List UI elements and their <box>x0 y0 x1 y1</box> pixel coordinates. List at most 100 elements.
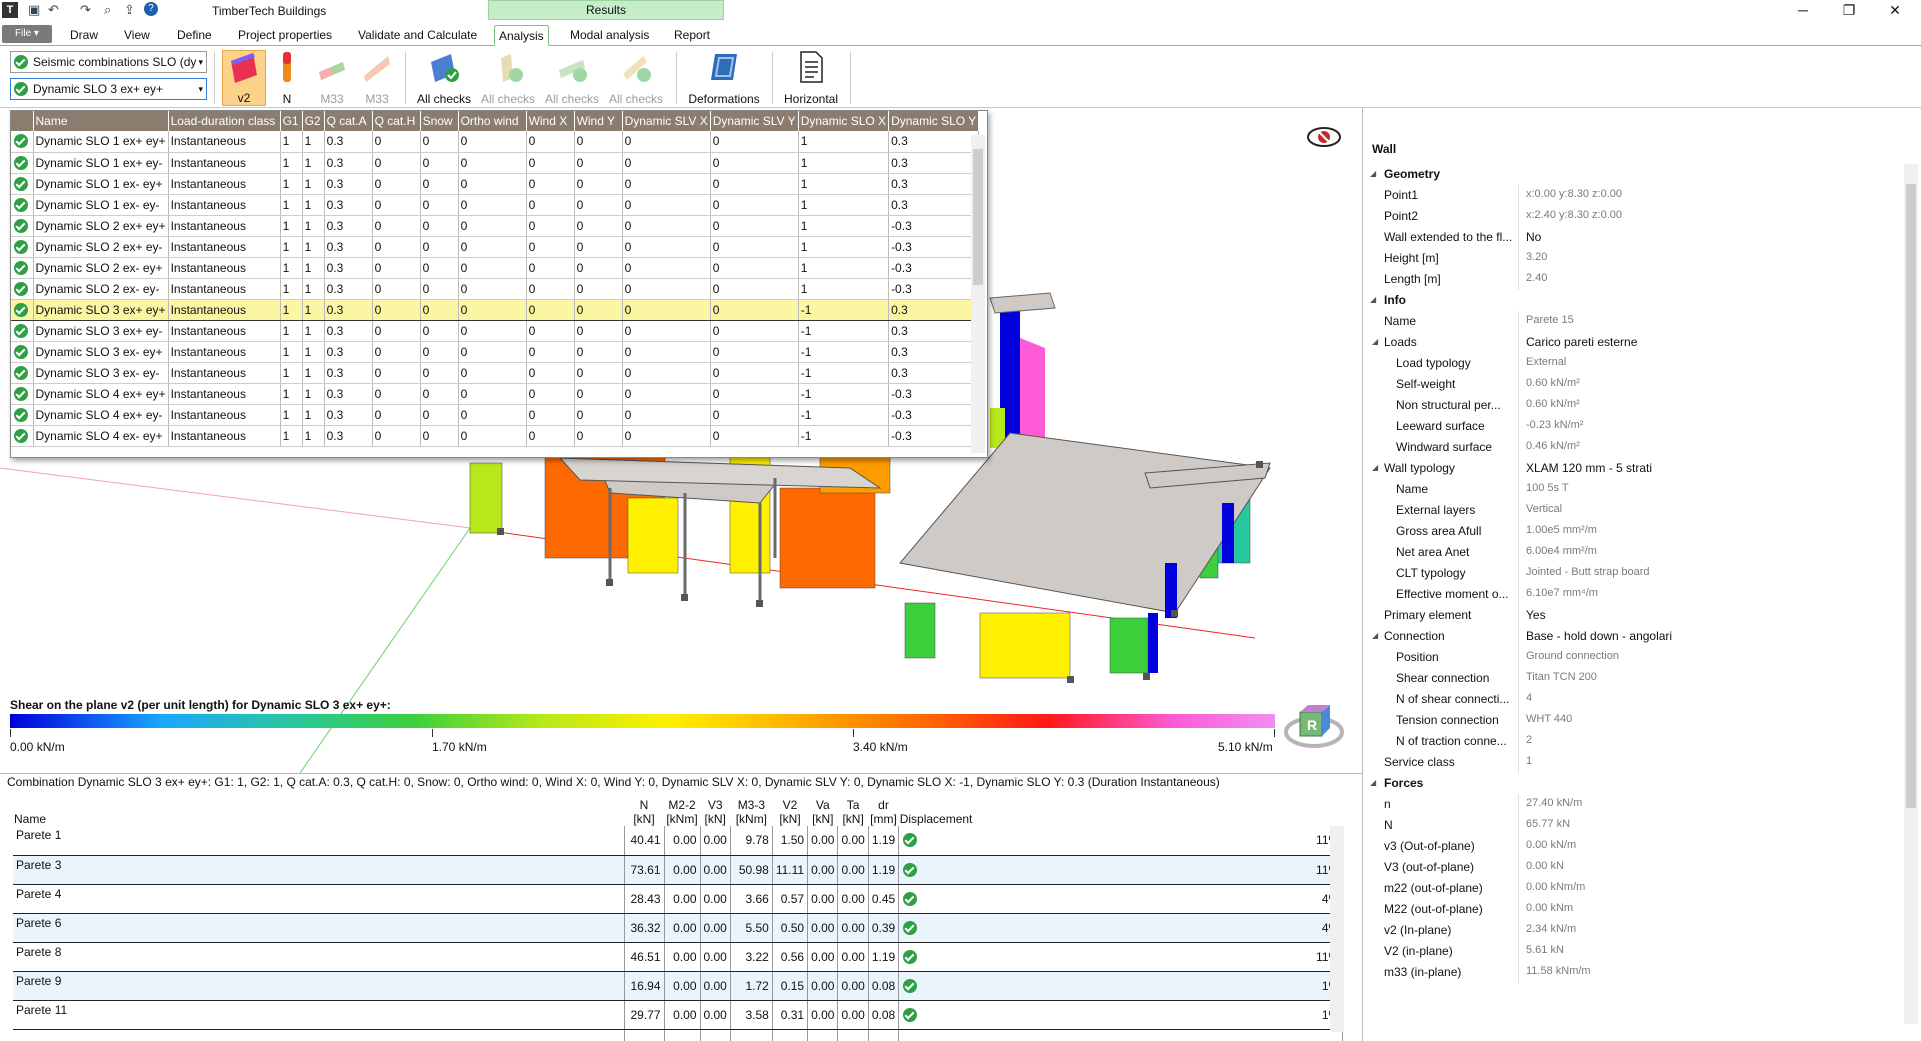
expand-triangle-icon[interactable]: ◢ <box>1370 295 1376 304</box>
property-row[interactable]: N of shear connecti... 4 <box>1366 689 1904 710</box>
property-row[interactable]: v2 (In-plane) 2.34 kN/m <box>1366 920 1904 941</box>
expand-triangle-icon[interactable]: ◢ <box>1372 463 1378 472</box>
property-row[interactable]: Point2 x:2.40 y:8.30 z:0.00 <box>1366 206 1904 227</box>
property-value[interactable]: 6.00e4 mm²/m <box>1526 545 1896 557</box>
col-header[interactable]: Name <box>33 111 169 131</box>
property-value[interactable]: 1.00e5 mm²/m <box>1526 524 1896 536</box>
all-checks-2-button[interactable]: All checks <box>478 50 538 106</box>
expand-triangle-icon[interactable]: ◢ <box>1372 631 1378 640</box>
property-row[interactable]: Net area Anet 6.00e4 mm²/m <box>1366 542 1904 563</box>
property-value[interactable]: XLAM 120 mm - 5 strati <box>1526 461 1896 475</box>
search-icon[interactable]: ⌕ <box>104 2 111 18</box>
property-value[interactable]: 6.10e7 mm⁴/m <box>1526 587 1896 599</box>
property-row[interactable]: Primary element Yes <box>1366 605 1904 626</box>
property-row[interactable]: ◢ Connection Base - hold down - angolari <box>1366 626 1904 647</box>
results-row[interactable]: Parete 8 46.51 0.00 0.00 3.22 0.56 0.00 0.00 1.1… <box>13 942 1344 972</box>
property-row[interactable]: Length [m] 2.40 <box>1366 269 1904 290</box>
property-category[interactable]: ◢ Geometry <box>1366 164 1904 185</box>
all-checks-button[interactable]: All checks <box>414 50 474 106</box>
combination-row[interactable]: Dynamic SLO 3 ex- ey+ Instantaneous 1 1 0.3 0… <box>11 341 980 363</box>
tab-report[interactable]: Report <box>670 25 714 46</box>
minimize-button[interactable]: ─ <box>1780 0 1826 20</box>
property-row[interactable]: CLT typology Jointed - Butt strap board <box>1366 563 1904 584</box>
col-header[interactable]: Q cat.H <box>372 111 421 131</box>
combinations-dropdown-table[interactable]: Name Load-duration class G1 G2 Q cat.A Q cat.… <box>10 110 988 458</box>
results-row[interactable] <box>13 1029 1344 1041</box>
property-row[interactable]: Load typology External <box>1366 353 1904 374</box>
combination-row[interactable]: Dynamic SLO 2 ex+ ey- Instantaneous 1 1 0.3 0… <box>11 236 980 258</box>
tab-modal-analysis[interactable]: Modal analysis <box>566 25 653 46</box>
property-value[interactable]: 27.40 kN/m <box>1526 797 1896 809</box>
property-value[interactable]: 0.46 kN/m² <box>1526 440 1896 452</box>
property-category[interactable]: ◢ Forces <box>1366 773 1904 794</box>
results-col-header[interactable]: V2 [kN] <box>772 794 807 826</box>
results-col-header[interactable]: M3-3 [kNm] <box>730 794 772 826</box>
all-checks-3-button[interactable]: All checks <box>542 50 602 106</box>
col-header[interactable]: Wind X <box>526 111 575 131</box>
results-col-header[interactable]: dr [mm] <box>868 794 898 826</box>
col-header[interactable]: Ortho wind <box>458 111 527 131</box>
property-value[interactable]: Parete 15 <box>1526 314 1896 326</box>
property-row[interactable]: Service class 1 <box>1366 752 1904 773</box>
results-col-header[interactable]: Va [kN] <box>808 794 838 826</box>
property-value[interactable]: External <box>1526 356 1896 368</box>
results-row[interactable]: Parete 9 16.94 0.00 0.00 1.72 0.15 0.00 0.00 0.0… <box>13 971 1344 1001</box>
combination-row[interactable]: Dynamic SLO 1 ex- ey+ Instantaneous 1 1 0.3 0… <box>11 173 980 195</box>
property-row[interactable]: External layers Vertical <box>1366 500 1904 521</box>
property-row[interactable]: Position Ground connection <box>1366 647 1904 668</box>
property-value[interactable]: 4 <box>1526 692 1896 704</box>
property-row[interactable]: Name Parete 15 <box>1366 311 1904 332</box>
property-value[interactable]: 2.34 kN/m <box>1526 923 1896 935</box>
property-value[interactable]: 2 <box>1526 734 1896 746</box>
col-header[interactable]: Dynamic SLO X <box>798 111 890 131</box>
m33-button[interactable]: M33 <box>310 50 354 106</box>
property-value[interactable]: x:0.00 y:8.30 z:0.00 <box>1526 188 1896 200</box>
results-row[interactable]: Parete 11 29.77 0.00 0.00 3.58 0.31 0.00 0.00 0.… <box>13 1000 1344 1030</box>
property-row[interactable]: Tension connection WHT 440 <box>1366 710 1904 731</box>
property-value[interactable]: Yes <box>1526 608 1896 622</box>
combination-select[interactable]: Dynamic SLO 3 ex+ ey+ ▾ <box>10 78 207 100</box>
results-scrollbar[interactable] <box>1330 826 1344 1032</box>
property-row[interactable]: Shear connection Titan TCN 200 <box>1366 668 1904 689</box>
col-header[interactable]: Dynamic SLO Y <box>888 111 980 131</box>
tab-project-properties[interactable]: Project properties <box>234 25 336 46</box>
export-icon[interactable]: ⇪ <box>124 2 135 18</box>
property-row[interactable]: M22 (out-of-plane) 0.00 kNm <box>1366 899 1904 920</box>
combination-row[interactable]: Dynamic SLO 2 ex- ey- Instantaneous 1 1 0.3 0… <box>11 278 980 300</box>
combination-row[interactable]: Dynamic SLO 4 ex+ ey- Instantaneous 1 1 0.3 0… <box>11 404 980 426</box>
property-value[interactable]: 100 5s T <box>1526 482 1896 494</box>
property-value[interactable]: 0.00 kN/m <box>1526 839 1896 851</box>
property-row[interactable]: Gross area Afull 1.00e5 mm²/m <box>1366 521 1904 542</box>
property-value[interactable]: 11.58 kNm/m <box>1526 965 1896 977</box>
eye-visibility-icon[interactable] <box>1306 126 1342 148</box>
col-header[interactable]: Q cat.A <box>324 111 373 131</box>
property-category[interactable]: ◢ Info <box>1366 290 1904 311</box>
property-row[interactable]: ◢ Loads Carico pareti esterne <box>1366 332 1904 353</box>
property-value[interactable]: Ground connection <box>1526 650 1896 662</box>
results-col-header[interactable]: N [kN] <box>624 794 664 826</box>
property-value[interactable]: 2.40 <box>1526 272 1896 284</box>
results-col-header[interactable]: Ta [kN] <box>838 794 868 826</box>
results-row[interactable]: Parete 4 28.43 0.00 0.00 3.66 0.57 0.00 0.00 0.4… <box>13 884 1344 914</box>
property-value[interactable]: 0.00 kN <box>1526 860 1896 872</box>
col-header[interactable]: Dynamic SLV X <box>622 111 711 131</box>
all-checks-4-button[interactable]: All checks <box>606 50 666 106</box>
property-row[interactable]: Non structural per... 0.60 kN/m² <box>1366 395 1904 416</box>
results-row[interactable]: Parete 6 36.32 0.00 0.00 5.50 0.50 0.00 0.00 0.3… <box>13 913 1344 943</box>
property-row[interactable]: V3 (out-of-plane) 0.00 kN <box>1366 857 1904 878</box>
property-row[interactable]: Windward surface 0.46 kN/m² <box>1366 437 1904 458</box>
property-value[interactable]: 65.77 kN <box>1526 818 1896 830</box>
expand-triangle-icon[interactable]: ◢ <box>1370 169 1376 178</box>
property-row[interactable]: m33 (in-plane) 11.58 kNm/m <box>1366 962 1904 983</box>
col-header[interactable]: Snow <box>420 111 459 131</box>
col-header[interactable]: G2 <box>302 111 325 131</box>
property-row[interactable]: Height [m] 3.20 <box>1366 248 1904 269</box>
tab-validate-and-calculate[interactable]: Validate and Calculate <box>354 25 481 46</box>
horizontal-report-button[interactable]: Horizontal <box>780 50 842 106</box>
property-row[interactable]: Point1 x:0.00 y:8.30 z:0.00 <box>1366 185 1904 206</box>
properties-scrollbar[interactable] <box>1904 164 1918 1024</box>
property-value[interactable]: x:2.40 y:8.30 z:0.00 <box>1526 209 1896 221</box>
results-row[interactable]: Parete 1 40.41 0.00 0.00 9.78 1.50 0.00 0.00 1.1… <box>13 826 1344 856</box>
property-value[interactable]: 0.60 kN/m² <box>1526 377 1896 389</box>
close-button[interactable]: ✕ <box>1872 0 1918 20</box>
